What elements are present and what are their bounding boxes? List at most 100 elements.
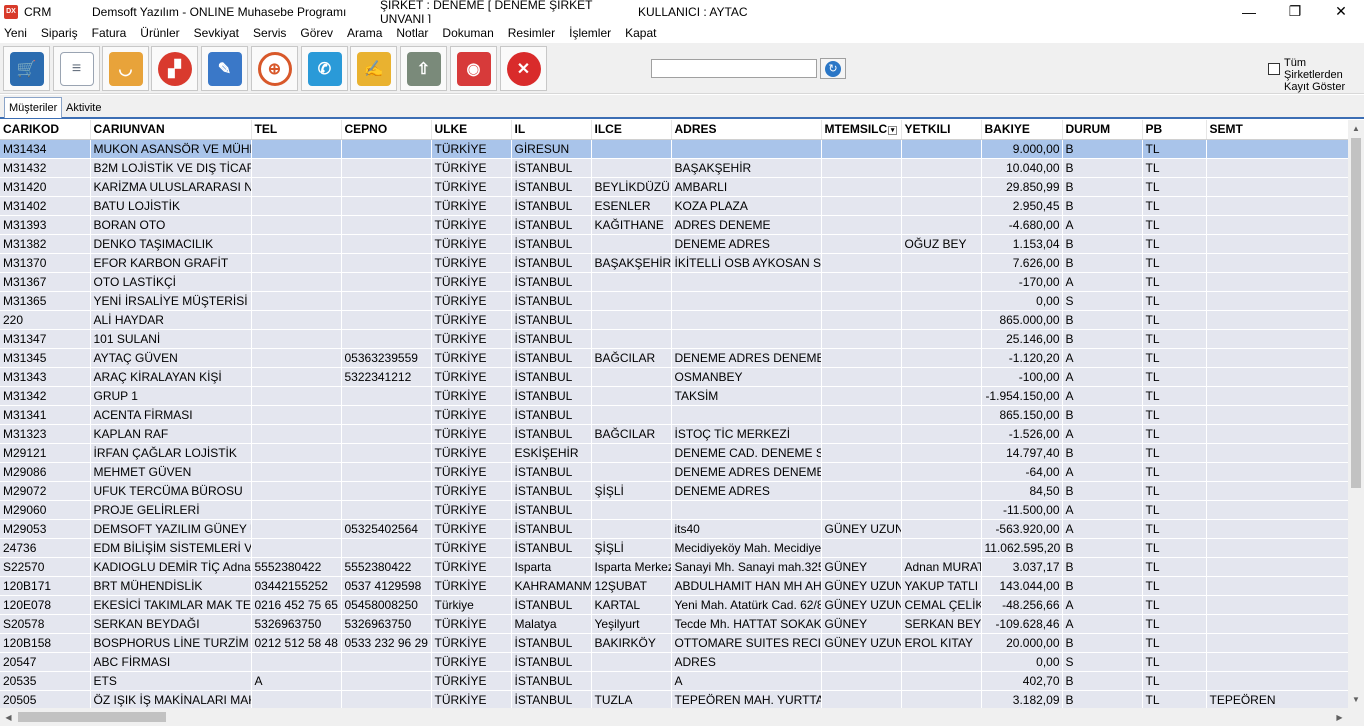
cell-tel[interactable] (251, 424, 342, 444)
cell-tel[interactable] (251, 291, 342, 311)
cell-yetkili[interactable] (901, 405, 982, 425)
cell-bakiye[interactable]: 20.000,00 (981, 633, 1063, 653)
cell-pb[interactable]: TL (1142, 405, 1207, 425)
cell-ulke[interactable]: TÜRKİYE (431, 633, 512, 653)
cell-durum[interactable]: B (1062, 671, 1143, 691)
cell-il[interactable]: İSTANBUL (511, 462, 592, 482)
table-row[interactable]: M29121 İRFAN ÇAĞLAR LOJİSTİK TÜRKİYE ESKİŞE… (0, 443, 1348, 463)
table-row[interactable]: M31402 BATU LOJİSTİK TÜRKİYE İSTANBUL ESENLE… (0, 196, 1348, 216)
cell-tel[interactable] (251, 367, 342, 387)
column-header-adres[interactable]: ADRES (671, 120, 822, 140)
cell-durum[interactable]: B (1062, 690, 1143, 708)
cell-bakiye[interactable]: 402,70 (981, 671, 1063, 691)
table-row[interactable]: 20505ÖZ IŞIK İŞ MAKİNALARI MAK. SAN TÜRKİ… (0, 690, 1348, 708)
cell-ulke[interactable]: Türkiye (431, 595, 512, 615)
cell-il[interactable]: Isparta (511, 557, 592, 577)
cell-tel[interactable] (251, 462, 342, 482)
cell-ilce[interactable]: KARTAL (591, 595, 672, 615)
cell-durum[interactable]: B (1062, 443, 1143, 463)
cell-cariunvan[interactable]: SERKAN BEYDAĞI (90, 614, 252, 634)
cell-ilce[interactable] (591, 405, 672, 425)
cell-ilce[interactable] (591, 462, 672, 482)
cell-ilce[interactable]: BEYLİKDÜZÜ (591, 177, 672, 197)
cell-ilce[interactable] (591, 310, 672, 330)
cell-adres[interactable]: İSTOÇ TİC MERKEZİ (671, 424, 822, 444)
cell-pb[interactable]: TL (1142, 291, 1207, 311)
cell-ulke[interactable]: TÜRKİYE (431, 234, 512, 254)
cell-semt[interactable] (1206, 576, 1348, 596)
cell-ulke[interactable]: TÜRKİYE (431, 405, 512, 425)
cell-semt[interactable] (1206, 272, 1348, 292)
table-row[interactable]: M31370 EFOR KARBON GRAFİT TÜRKİYE İSTANBUL B… (0, 253, 1348, 273)
cell-cepno[interactable] (341, 500, 432, 520)
cell-pb[interactable]: TL (1142, 348, 1207, 368)
notes-button[interactable]: ✍ (350, 46, 397, 91)
cell-durum[interactable]: B (1062, 576, 1143, 596)
cell-il[interactable]: İSTANBUL (511, 272, 592, 292)
cell-il[interactable]: İSTANBUL (511, 595, 592, 615)
menu-item-kapat[interactable]: Kapat (625, 26, 656, 40)
cell-durum[interactable]: A (1062, 272, 1143, 292)
cell-semt[interactable] (1206, 481, 1348, 501)
cell-cepno[interactable] (341, 386, 432, 406)
cell-il[interactable]: İSTANBUL (511, 690, 592, 708)
cell-il[interactable]: İSTANBUL (511, 367, 592, 387)
cell-cepno[interactable] (341, 291, 432, 311)
cell-adres[interactable] (671, 272, 822, 292)
products-button[interactable]: ◡ (102, 46, 149, 91)
cell-ulke[interactable]: TÜRKİYE (431, 481, 512, 501)
cell-cariunvan[interactable]: YENİ İRSALİYE MÜŞTERİSİ (90, 291, 252, 311)
cell-cariunvan[interactable]: UFUK TERCÜMA BÜROSU (90, 481, 252, 501)
cell-ilce[interactable]: ESENLER (591, 196, 672, 216)
table-row[interactable]: M31420KARİZMA ULUSLARARASI NAKLİYAT TÜRKİ… (0, 177, 1348, 197)
tab-aktivite[interactable]: Aktivite (62, 97, 105, 118)
table-row[interactable]: M29060 PROJE GELİRLERİ TÜRKİYE İSTANBUL -11.… (0, 500, 1348, 520)
menu-item-siparis[interactable]: Sipariş (41, 26, 78, 40)
cell-cariunvan[interactable]: 101 SULANİ (90, 329, 252, 349)
cell-pb[interactable]: TL (1142, 690, 1207, 708)
cell-bakiye[interactable]: 865.150,00 (981, 405, 1063, 425)
cell-yetkili[interactable]: SERKAN BEYDAĞI (901, 614, 982, 634)
cell-cariunvan[interactable]: ALİ HAYDAR (90, 310, 252, 330)
cell-durum[interactable]: A (1062, 614, 1143, 634)
cell-mtemsilc[interactable] (821, 538, 902, 558)
column-header-il[interactable]: IL (511, 120, 592, 140)
cell-il[interactable]: Malatya (511, 614, 592, 634)
task-button[interactable]: ⊕ (251, 46, 298, 91)
cell-pb[interactable]: TL (1142, 519, 1207, 539)
cell-semt[interactable] (1206, 386, 1348, 406)
cell-ulke[interactable]: TÜRKİYE (431, 519, 512, 539)
cell-bakiye[interactable]: -170,00 (981, 272, 1063, 292)
table-row[interactable]: M31345 AYTAÇ GÜVEN 05363239559 TÜRKİYE İSTAN… (0, 348, 1348, 368)
cell-pb[interactable]: TL (1142, 671, 1207, 691)
cell-bakiye[interactable]: -48.256,66 (981, 595, 1063, 615)
cell-semt[interactable] (1206, 139, 1348, 159)
exit-button[interactable]: ✕ (500, 46, 547, 91)
cell-cariunvan[interactable]: ÖZ IŞIK İŞ MAKİNALARI MAK. SAN (90, 690, 252, 708)
cell-semt[interactable] (1206, 234, 1348, 254)
cell-bakiye[interactable]: -4.680,00 (981, 215, 1063, 235)
cell-ulke[interactable]: TÜRKİYE (431, 576, 512, 596)
cell-tel[interactable] (251, 386, 342, 406)
minimize-button[interactable]: — (1226, 0, 1272, 23)
cell-tel[interactable] (251, 348, 342, 368)
cell-yetkili[interactable] (901, 500, 982, 520)
cell-pb[interactable]: TL (1142, 272, 1207, 292)
cell-adres[interactable]: Yeni Mah. Atatürk Cad. 62/8 Soğanlık (671, 595, 822, 615)
cell-yetkili[interactable] (901, 177, 982, 197)
cell-tel[interactable]: 03442155252 (251, 576, 342, 596)
cell-carikod[interactable]: 20535 (0, 671, 91, 691)
cell-semt[interactable] (1206, 671, 1348, 691)
cell-cariunvan[interactable]: ARAÇ KİRALAYAN KİŞİ (90, 367, 252, 387)
cell-pb[interactable]: TL (1142, 614, 1207, 634)
cell-tel[interactable] (251, 481, 342, 501)
cell-cepno[interactable]: 5322341212 (341, 367, 432, 387)
scroll-right-icon[interactable]: ▶ (1331, 708, 1348, 726)
cell-tel[interactable] (251, 443, 342, 463)
cell-semt[interactable] (1206, 500, 1348, 520)
cell-cepno[interactable] (341, 671, 432, 691)
cell-cepno[interactable] (341, 481, 432, 501)
cell-semt[interactable] (1206, 215, 1348, 235)
cell-semt[interactable] (1206, 291, 1348, 311)
cell-cepno[interactable]: 0533 232 96 29 (341, 633, 432, 653)
